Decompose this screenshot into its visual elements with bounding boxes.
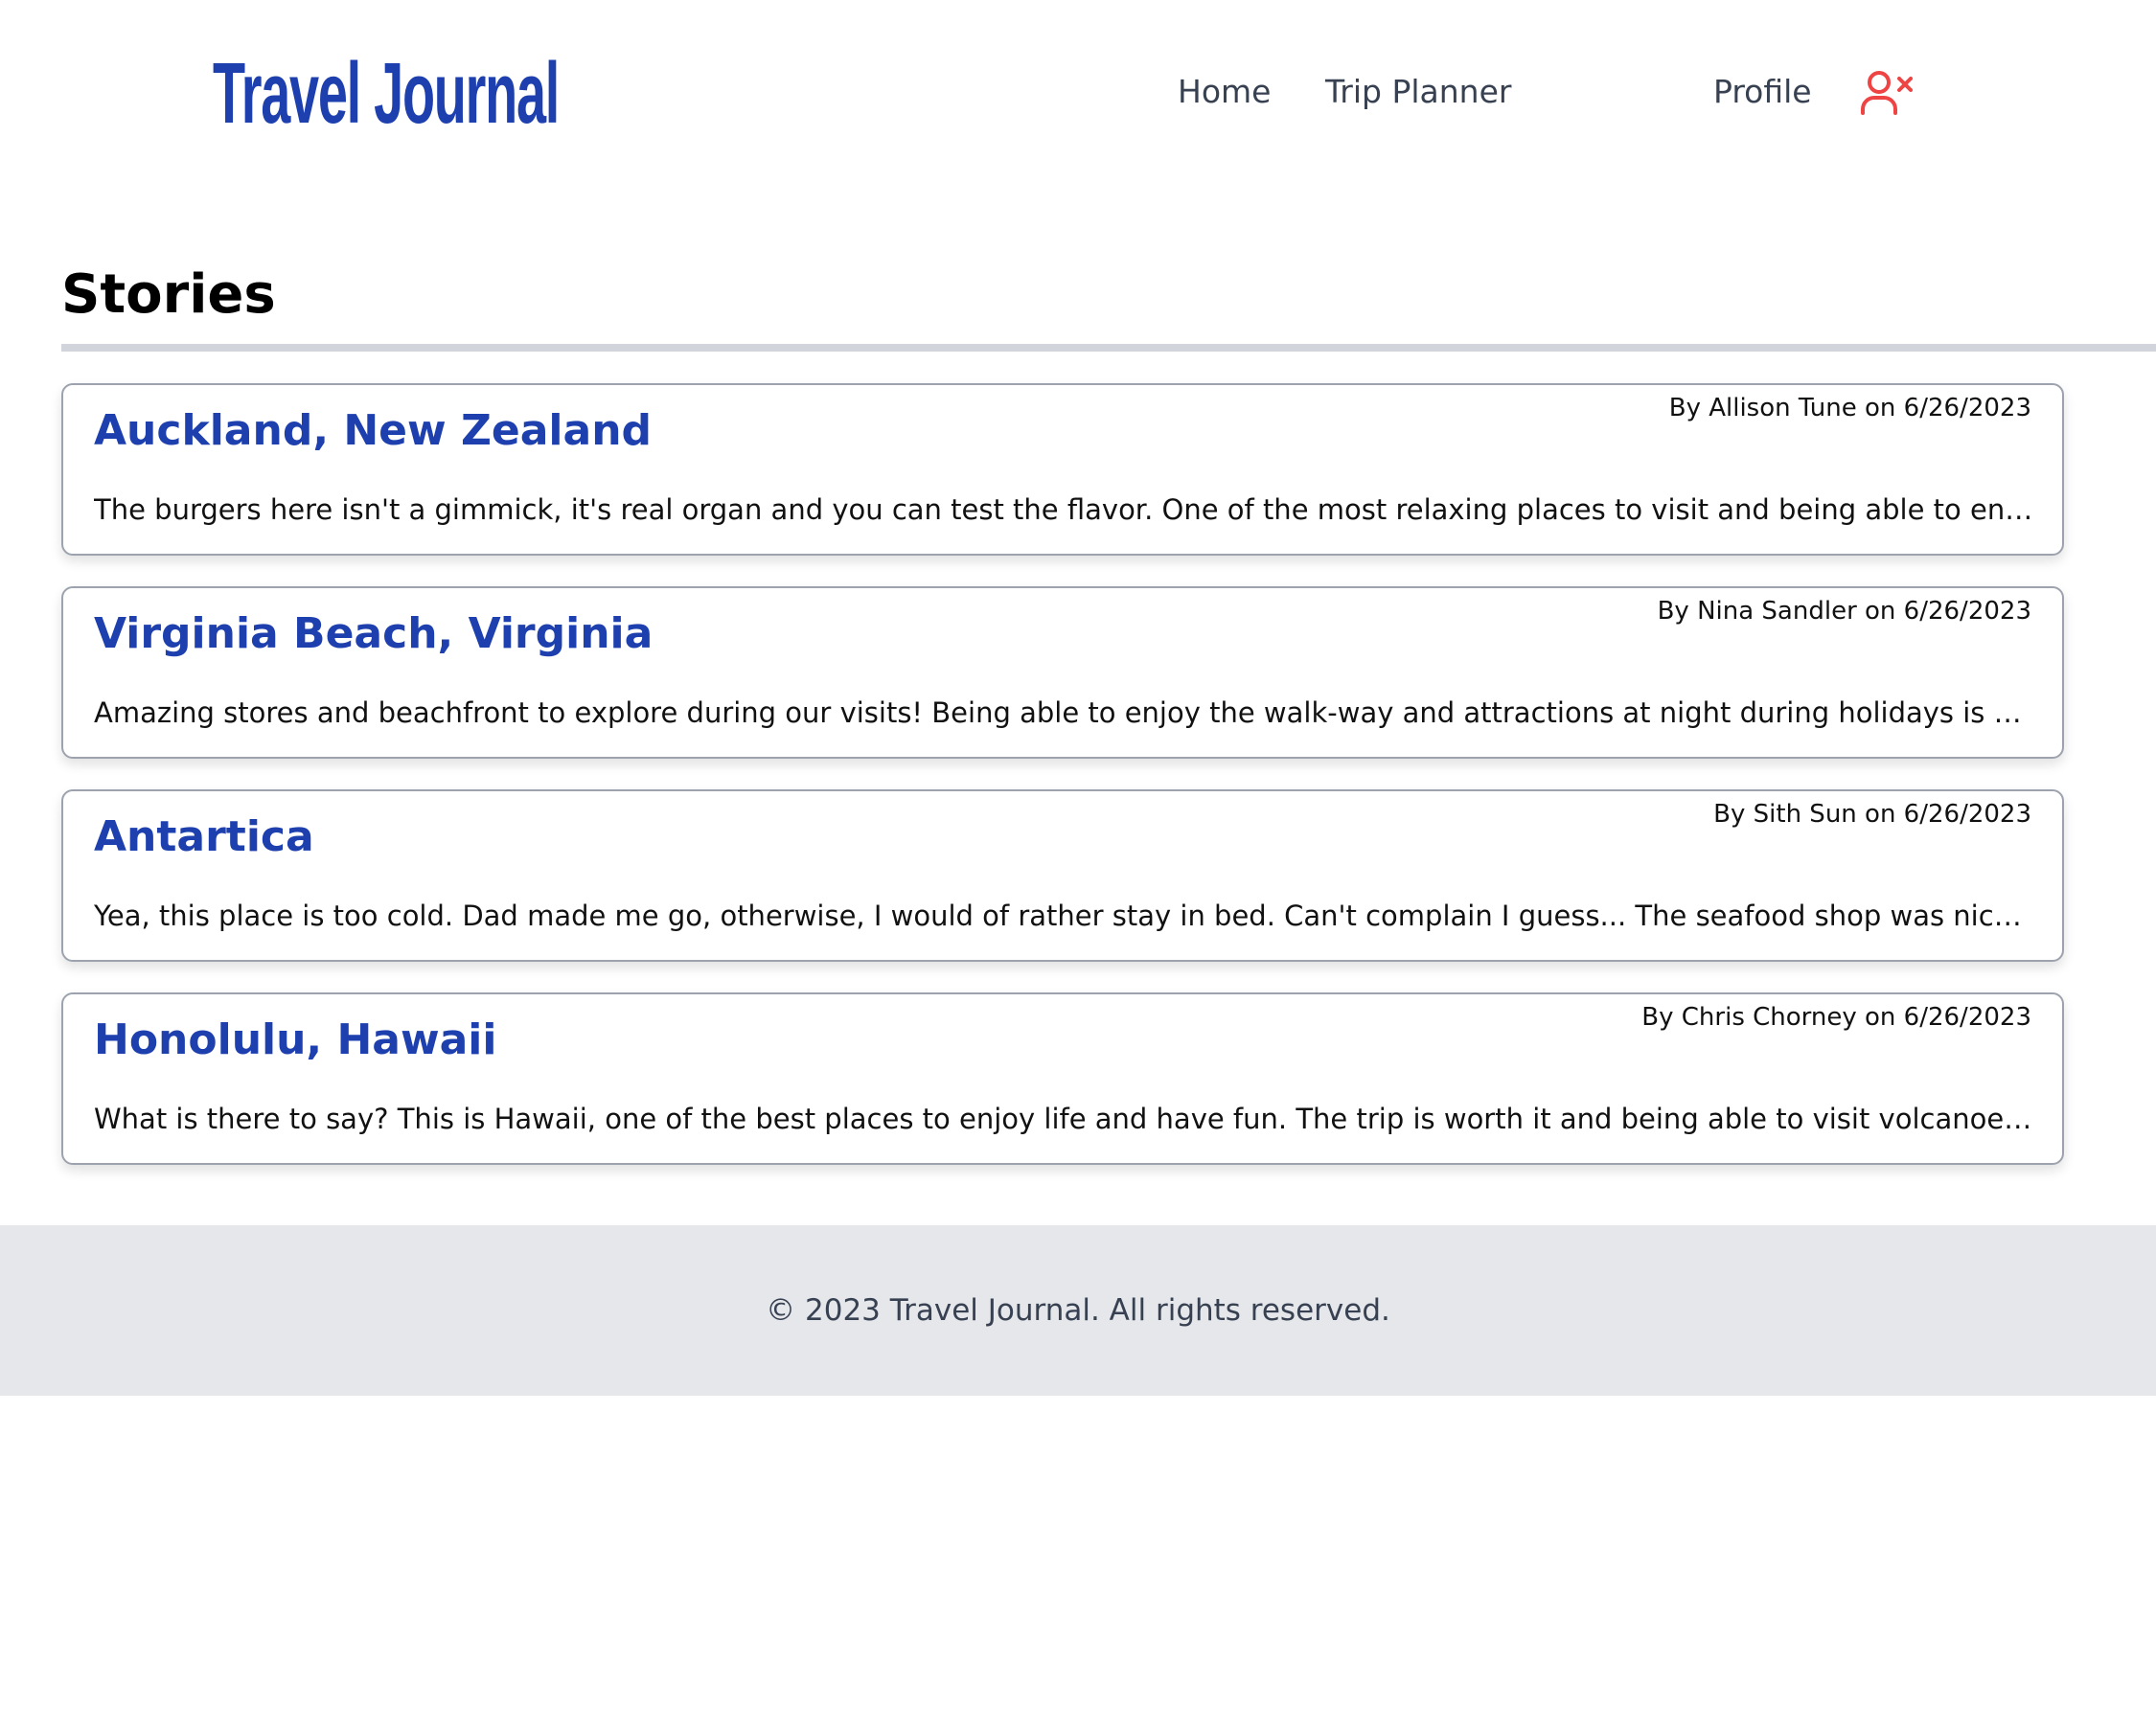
footer-copyright: © 2023 Travel Journal. All rights reserv… [766, 1293, 1390, 1328]
story-card[interactable]: Auckland, New Zealand By Allison Tune on… [61, 383, 2064, 556]
nav-home-link[interactable]: Home [1178, 65, 1271, 119]
story-title[interactable]: Auckland, New Zealand [94, 402, 652, 460]
story-meta: By Allison Tune on 6/26/2023 [1668, 394, 2031, 422]
site-footer: © 2023 Travel Journal. All rights reserv… [0, 1225, 2156, 1396]
nav-profile-link[interactable]: Profile [1713, 65, 1812, 119]
story-title[interactable]: Honolulu, Hawaii [94, 1012, 496, 1069]
story-meta: By Sith Sun on 6/26/2023 [1713, 800, 2031, 829]
page: Travel Journal Home Trip Planner Stories… [0, 0, 2156, 1709]
story-excerpt: Amazing stores and beachfront to explore… [94, 696, 2033, 729]
story-excerpt: The burgers here isn't a gimmick, it's r… [94, 493, 2033, 526]
story-title[interactable]: Antartica [94, 809, 314, 866]
site-header: Travel Journal Home Trip Planner Stories… [0, 0, 2156, 493]
story-title[interactable]: Virginia Beach, Virginia [94, 605, 653, 663]
story-card[interactable]: Honolulu, Hawaii By Chris Chorney on 6/2… [61, 992, 2064, 1165]
story-meta: By Chris Chorney on 6/26/2023 [1641, 1003, 2031, 1032]
user-x-icon[interactable] [1861, 69, 1915, 117]
title-divider [61, 344, 2156, 352]
story-excerpt: What is there to say? This is Hawaii, on… [94, 1103, 2033, 1135]
page-title: Stories [61, 263, 276, 326]
story-excerpt: Yea, this place is too cold. Dad made me… [94, 900, 2033, 932]
nav-trip-planner-link[interactable]: Trip Planner [1325, 65, 1511, 119]
main-nav: Home Trip Planner Stories Profile [0, 65, 2156, 493]
story-card[interactable]: Virginia Beach, Virginia By Nina Sandler… [61, 586, 2064, 759]
story-meta: By Nina Sandler on 6/26/2023 [1657, 597, 2031, 626]
story-card[interactable]: Antartica By Sith Sun on 6/26/2023 Yea, … [61, 789, 2064, 962]
